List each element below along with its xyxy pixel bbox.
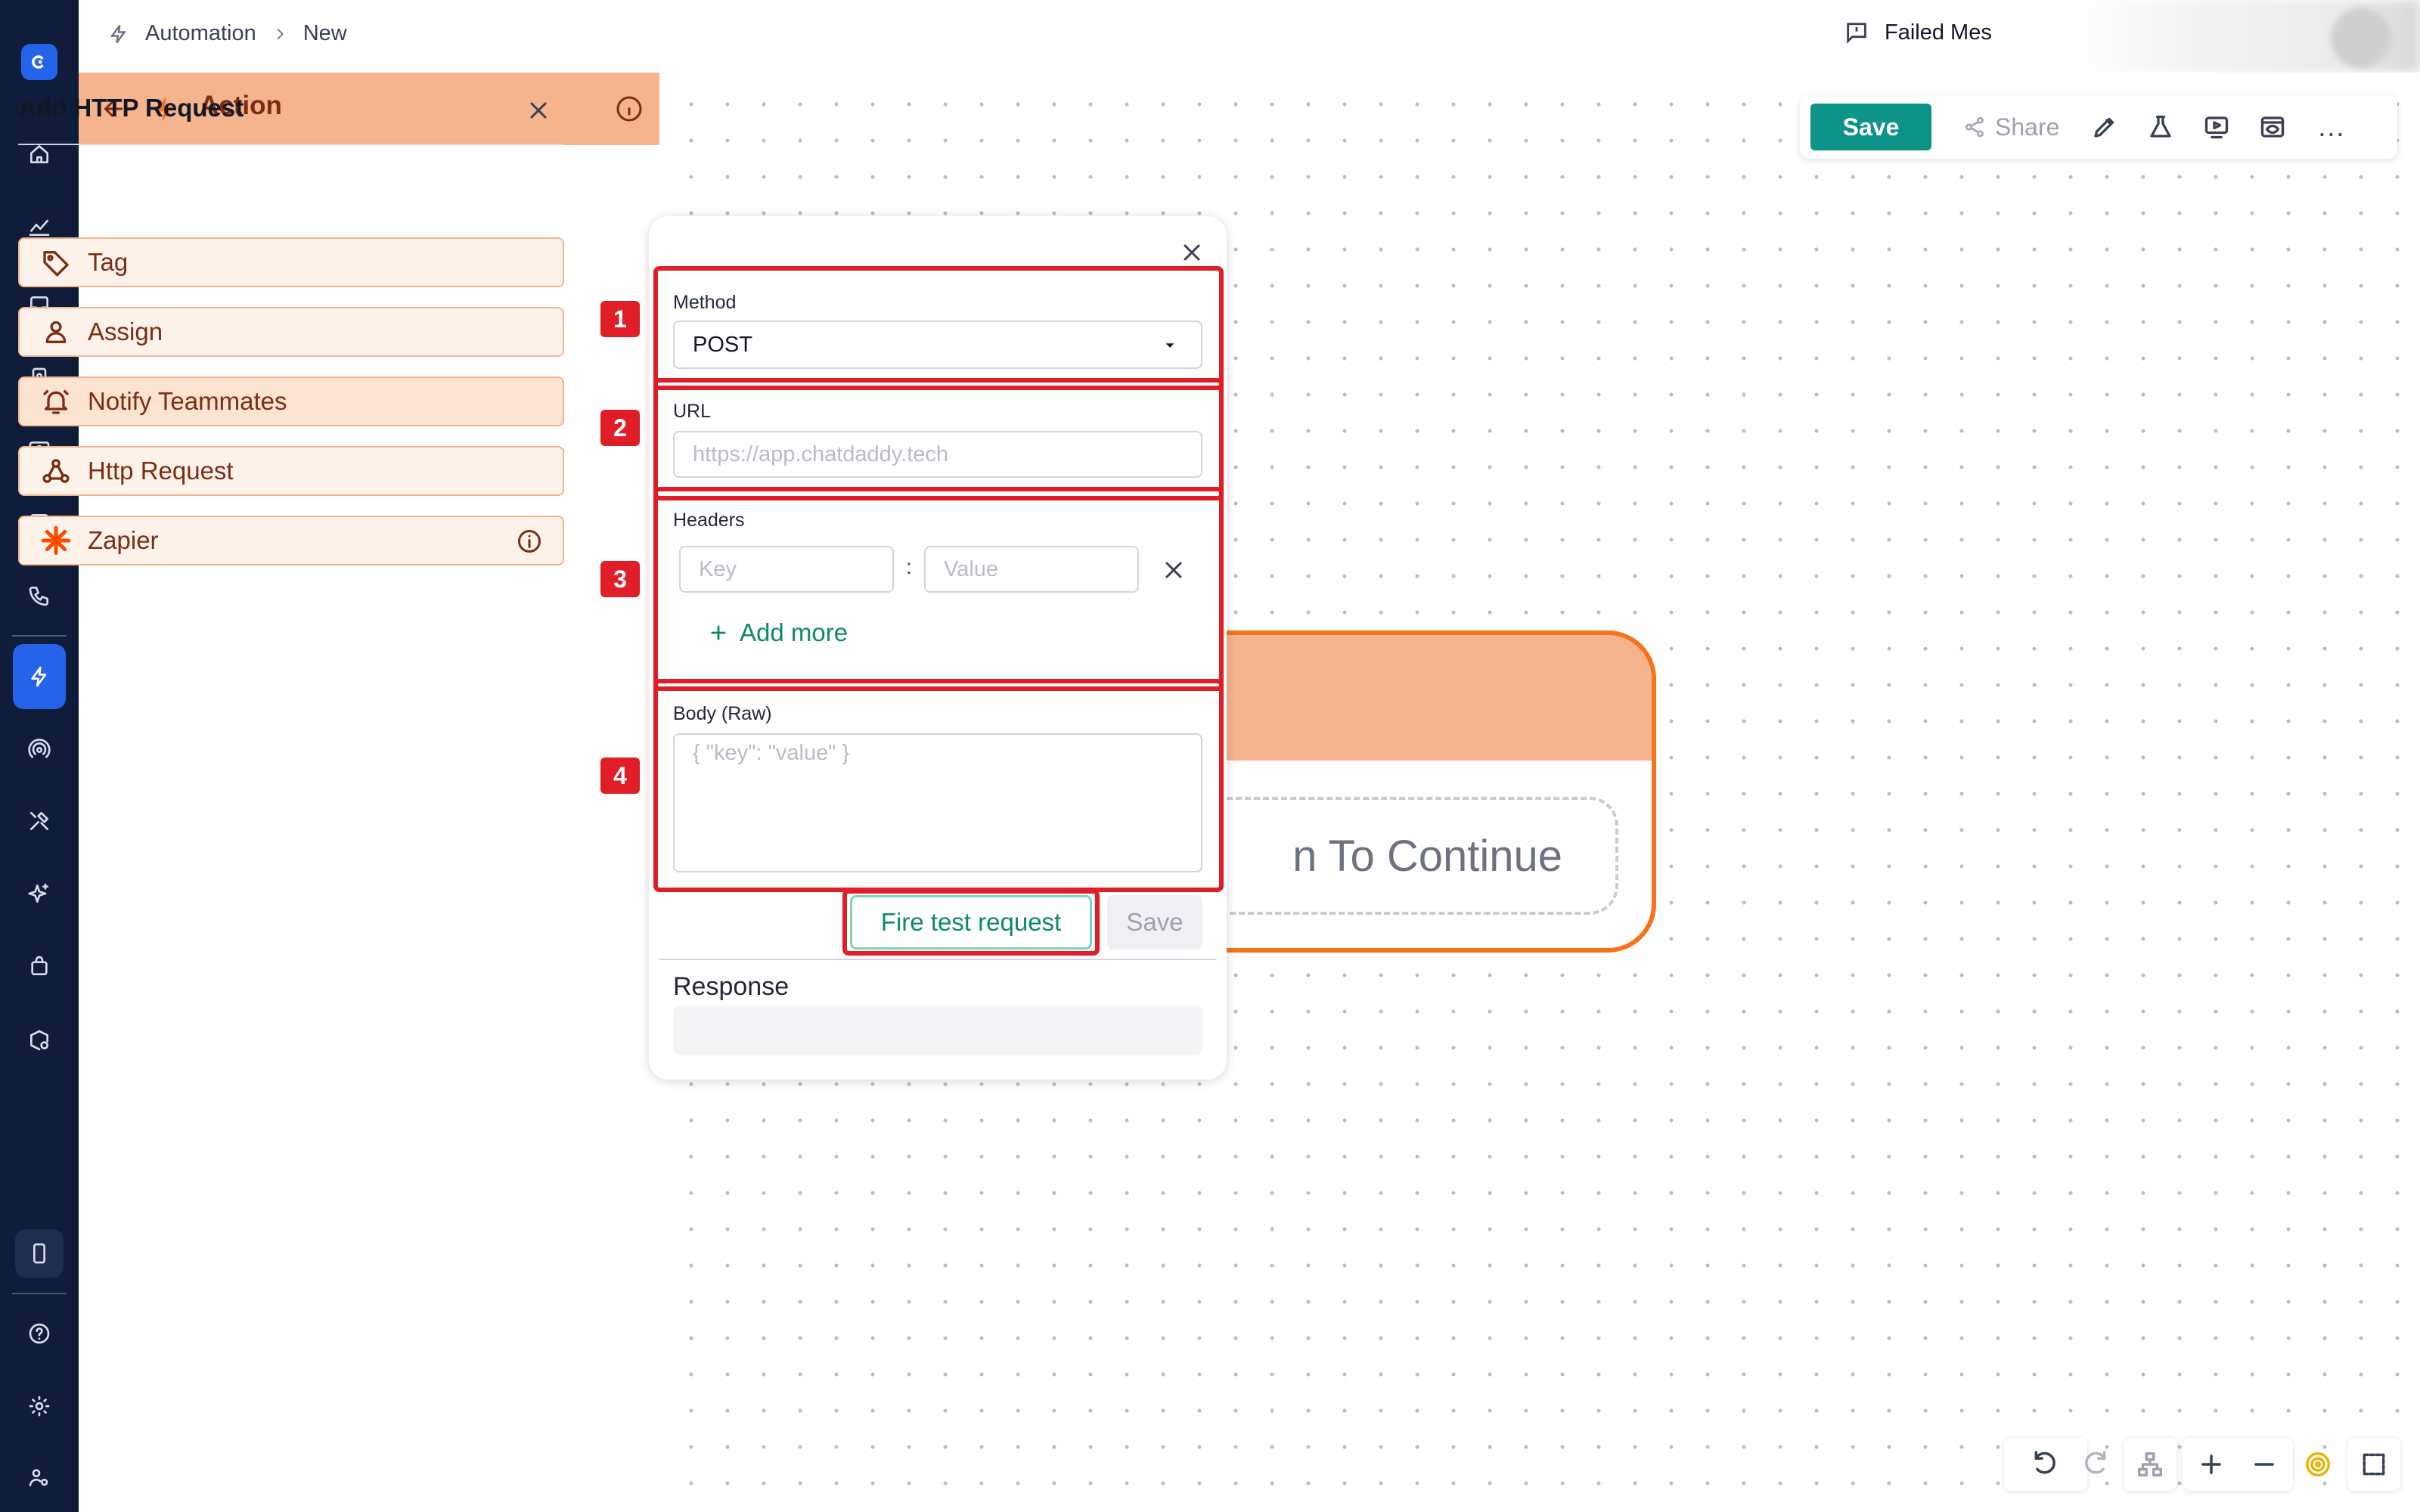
save-button[interactable]: Save [1810, 104, 1931, 150]
bag-icon [31, 956, 48, 975]
nav-settings[interactable] [15, 1382, 64, 1430]
team-settings-icon [29, 1469, 48, 1486]
panel-subtitle: Add HTTP Request [18, 94, 244, 122]
breadcrumb-current: New [302, 21, 347, 45]
target-icon [2306, 1452, 2330, 1476]
canvas-toolbar: Save Share ... [1800, 95, 2397, 159]
zoom-controls [2183, 1438, 2293, 1491]
nav-channels[interactable] [15, 726, 64, 774]
highlight-method [653, 266, 1224, 390]
tag-icon [43, 251, 69, 277]
home-icon [30, 145, 48, 163]
flow-node[interactable]: n To Continue [1157, 631, 1656, 953]
package-settings-icon [30, 1030, 48, 1051]
redo-button[interactable] [2057, 1438, 2133, 1491]
layout-tree-icon [2138, 1452, 2162, 1476]
chart-icon [29, 219, 50, 236]
action-label: Tag [88, 248, 129, 276]
node-placeholder-text[interactable]: n To Continue [1162, 797, 1618, 915]
breadcrumb-automation[interactable]: Automation [145, 21, 256, 46]
node-header [1162, 635, 1652, 761]
chevron-right-icon [277, 28, 284, 39]
phone-icon [29, 587, 48, 606]
action-http-request-button[interactable]: Http Request [18, 446, 564, 496]
action-label: Http Request [88, 457, 234, 485]
failed-messages-link[interactable]: Failed Mes [1844, 20, 2086, 45]
failed-messages-label: Failed Mes [1885, 20, 1992, 45]
modal-save-button[interactable]: Save [1107, 895, 1202, 950]
test-button[interactable] [2145, 112, 2176, 142]
webhook-icon [42, 459, 70, 483]
action-zapier-button[interactable]: Zapier [18, 516, 564, 565]
nav-integrations[interactable] [15, 1016, 64, 1064]
preview-button[interactable] [2201, 112, 2232, 142]
user-icon [45, 321, 67, 343]
more-options-button[interactable]: ... [2318, 111, 2345, 143]
zoom-out-icon[interactable] [2250, 1450, 2279, 1479]
action-tag-button[interactable]: Tag [18, 237, 564, 287]
nav-divider [12, 635, 67, 637]
message-alert-icon [1847, 23, 1866, 44]
nav-mobile[interactable] [15, 1229, 64, 1278]
highlight-url [653, 378, 1224, 500]
step-badge: 3 [600, 561, 640, 597]
eye-window-icon [2261, 116, 2285, 138]
close-icon[interactable] [525, 97, 552, 124]
edit-button[interactable] [2090, 112, 2120, 142]
highlight-body [653, 679, 1224, 892]
fit-screen-icon [2363, 1453, 2385, 1476]
view-button[interactable] [2257, 112, 2288, 142]
breadcrumb: Automation New [107, 21, 347, 46]
response-label: Response [673, 972, 790, 1001]
nav-shop[interactable] [15, 942, 64, 990]
nav-team[interactable] [15, 1453, 64, 1501]
share-icon [1965, 116, 1984, 138]
response-output [673, 1005, 1202, 1055]
redo-icon [2085, 1451, 2106, 1474]
action-assign-button[interactable]: Assign [18, 307, 564, 357]
tools-icon [30, 812, 48, 830]
flask-icon [2150, 115, 2172, 138]
step-badge: 2 [600, 410, 640, 446]
action-label: Assign [88, 318, 163, 345]
close-icon[interactable] [1178, 239, 1205, 266]
focus-button[interactable] [2291, 1438, 2344, 1491]
zoom-in-icon[interactable] [2197, 1450, 2226, 1479]
action-panel: Action [79, 73, 659, 1512]
action-label: Notify Teammates [88, 387, 287, 415]
zapier-icon [41, 525, 71, 556]
step-badge: 1 [600, 301, 640, 337]
share-button[interactable]: Share [1963, 113, 2059, 141]
broadcast-icon [28, 739, 51, 758]
action-notify-teammates-button[interactable]: Notify Teammates [18, 376, 564, 426]
nav-calls[interactable] [15, 572, 64, 620]
nav-automation[interactable] [13, 644, 66, 709]
bolt-icon [110, 24, 126, 43]
nav-ai[interactable] [15, 869, 64, 918]
info-icon[interactable] [516, 528, 543, 555]
auto-layout-button[interactable] [2124, 1438, 2176, 1491]
logo-icon [32, 55, 44, 69]
pencil-icon [2094, 117, 2114, 138]
highlight-fire-test [842, 889, 1100, 956]
nav-tools[interactable] [15, 797, 64, 845]
avatar[interactable] [2331, 8, 2391, 68]
gear-icon [29, 1396, 50, 1417]
fit-view-button[interactable] [2347, 1438, 2400, 1491]
mobile-icon [33, 1243, 45, 1264]
bell-icon [43, 390, 69, 414]
play-screen-icon [2205, 116, 2229, 139]
bolt-icon [31, 666, 47, 687]
modal-divider [659, 959, 1216, 960]
nav-help[interactable] [15, 1309, 64, 1358]
nav-divider-bottom [12, 1293, 67, 1294]
share-label: Share [1995, 113, 2060, 141]
highlight-headers [653, 487, 1224, 691]
sparkle-icon [28, 883, 48, 903]
nav-rail [0, 0, 79, 1512]
action-label: Zapier [88, 526, 159, 554]
step-badge: 4 [600, 758, 640, 794]
info-icon[interactable] [614, 94, 644, 124]
help-icon [29, 1323, 50, 1344]
